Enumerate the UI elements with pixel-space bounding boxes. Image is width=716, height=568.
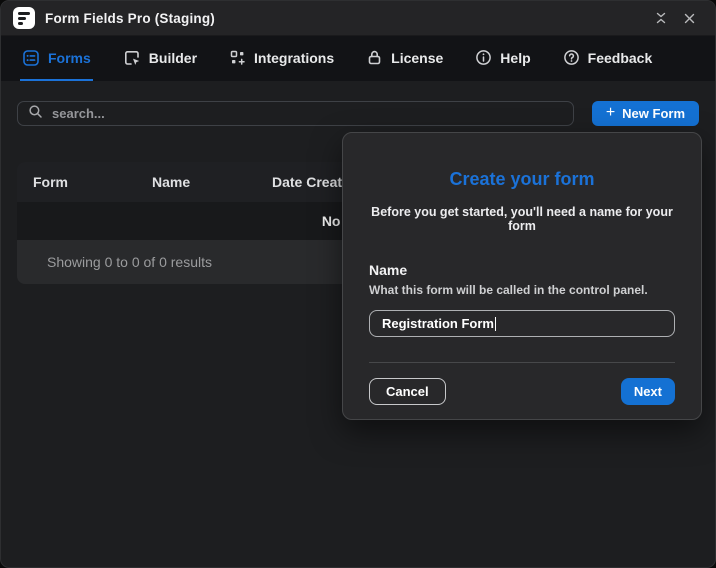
nav-bar: Forms Builder Integrations License Help … <box>1 36 715 81</box>
column-header-form: Form <box>33 174 68 190</box>
new-form-button[interactable]: + New Form <box>591 101 699 126</box>
tab-forms[interactable]: Forms <box>20 36 93 81</box>
search-input[interactable] <box>52 106 563 121</box>
text-caret <box>494 316 497 331</box>
builder-cursor-icon <box>123 49 141 67</box>
name-field-label: Name <box>369 262 408 278</box>
form-name-value: Registration Form <box>382 316 494 331</box>
name-field-description: What this form will be called in the con… <box>369 283 648 297</box>
tab-integrations[interactable]: Integrations <box>227 36 336 81</box>
integrations-grid-icon <box>229 49 246 66</box>
form-name-input[interactable]: Registration Form <box>369 310 675 337</box>
next-button[interactable]: Next <box>620 378 675 405</box>
tab-help[interactable]: Help <box>473 36 532 81</box>
tab-license-label: License <box>391 49 444 66</box>
tab-builder[interactable]: Builder <box>121 36 199 81</box>
tab-integrations-label: Integrations <box>254 49 335 66</box>
tab-feedback[interactable]: Feedback <box>561 36 655 81</box>
modal-subtitle: Before you get started, you'll need a na… <box>371 205 673 233</box>
toolbar: + New Form <box>1 81 715 126</box>
modal-title: Create your form <box>449 169 595 189</box>
cancel-button[interactable]: Cancel <box>369 378 446 405</box>
tab-forms-label: Forms <box>48 49 91 66</box>
app-logo-icon <box>13 7 35 29</box>
search-box <box>17 101 574 126</box>
new-form-button-label: New Form <box>622 106 685 121</box>
column-header-name: Name <box>152 174 191 190</box>
window-title: Form Fields Pro (Staging) <box>45 10 216 26</box>
modal-divider <box>369 362 675 363</box>
help-info-icon <box>475 49 492 66</box>
create-form-modal: Create your form Before you get started,… <box>342 132 702 420</box>
tab-builder-label: Builder <box>148 49 198 66</box>
forms-icon <box>22 49 40 67</box>
tab-license[interactable]: License <box>364 36 445 81</box>
collapse-icon[interactable] <box>647 6 675 30</box>
tab-feedback-label: Feedback <box>587 49 653 66</box>
license-lock-icon <box>366 49 383 66</box>
plus-icon: + <box>605 103 616 121</box>
close-icon[interactable] <box>675 6 703 30</box>
search-icon <box>28 104 43 124</box>
tab-help-label: Help <box>500 49 531 66</box>
app-window: Form Fields Pro (Staging) Forms Builder … <box>0 0 716 568</box>
titlebar: Form Fields Pro (Staging) <box>1 1 715 36</box>
modal-actions: Cancel Next <box>369 378 675 405</box>
results-summary: Showing 0 to 0 of 0 results <box>47 254 212 270</box>
feedback-question-icon <box>563 49 580 66</box>
